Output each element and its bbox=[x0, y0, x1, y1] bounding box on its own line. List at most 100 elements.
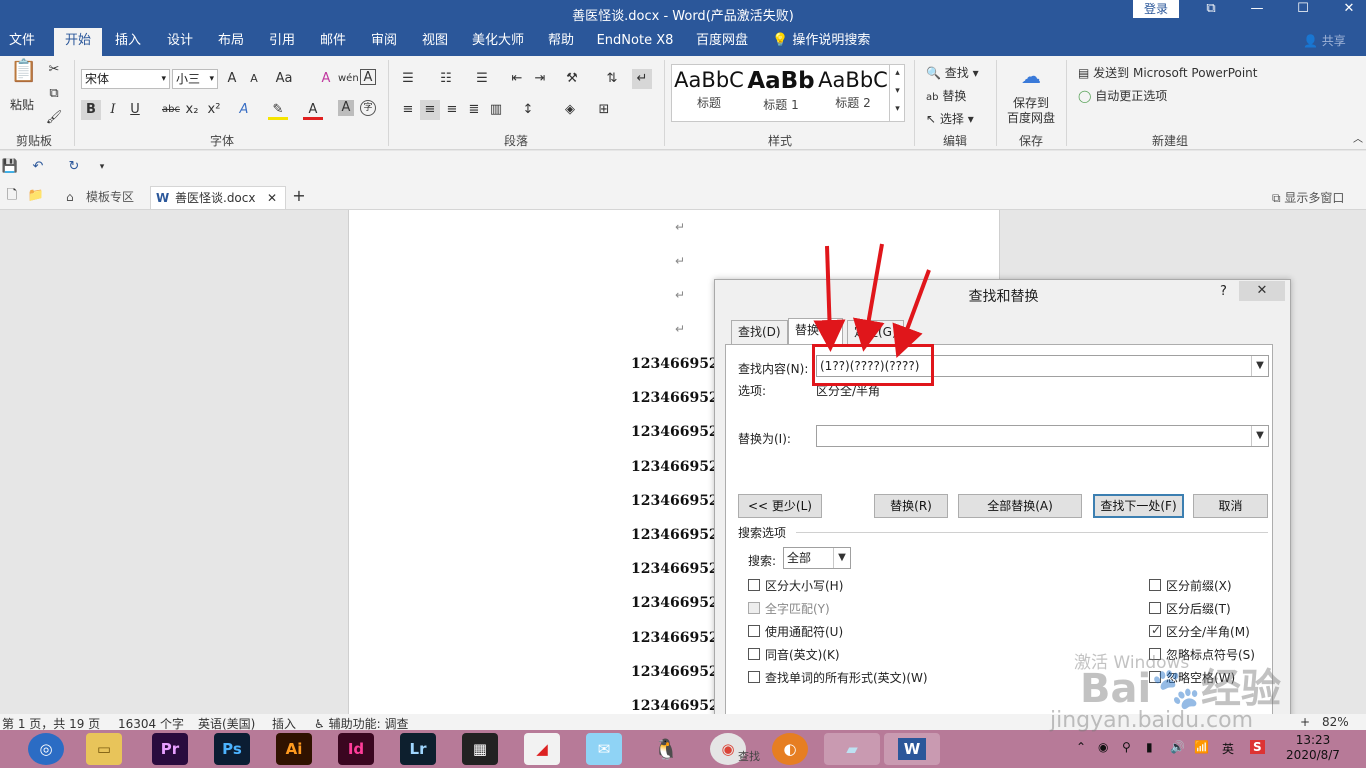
tab-layout[interactable]: 布局 bbox=[211, 28, 251, 56]
save-icon[interactable]: 💾 bbox=[0, 157, 20, 177]
sort-icon[interactable]: ⇅ bbox=[602, 69, 622, 89]
tab-view[interactable]: 视图 bbox=[415, 28, 455, 56]
tab-insert[interactable]: 插入 bbox=[108, 28, 148, 56]
wildcards-checkbox[interactable]: 使用通配符(U) bbox=[748, 623, 843, 640]
change-case-icon[interactable]: Aa bbox=[272, 69, 296, 89]
char-border-icon[interactable]: A bbox=[360, 69, 376, 85]
highlight-icon[interactable]: ✎ bbox=[268, 100, 288, 120]
autocorrect-button[interactable]: ◯ 自动更正选项 bbox=[1078, 87, 1167, 104]
replace-all-button[interactable]: 全部替换(A) bbox=[958, 494, 1082, 518]
distribute-icon[interactable]: ▥ bbox=[486, 100, 506, 120]
search-direction-select[interactable]: 全部 ▼ bbox=[783, 547, 851, 569]
copy-icon[interactable]: ⧉ bbox=[44, 84, 64, 104]
paste-label[interactable]: 粘贴 bbox=[10, 96, 34, 113]
shading-icon[interactable]: ◈ bbox=[560, 100, 580, 120]
help-icon[interactable]: ? bbox=[1220, 284, 1227, 299]
font-name-box[interactable]: 宋体 ▾ bbox=[81, 69, 170, 89]
shrink-font-icon[interactable]: A bbox=[244, 69, 264, 89]
tab-review[interactable]: 审阅 bbox=[364, 28, 404, 56]
multilevel-list-icon[interactable]: ☰ bbox=[472, 69, 492, 89]
clear-format-icon[interactable]: A bbox=[316, 69, 336, 89]
match-prefix-checkbox[interactable]: 区分前缀(X) bbox=[1149, 577, 1232, 594]
redo-icon[interactable]: ↻ bbox=[64, 157, 84, 177]
tab-design[interactable]: 设计 bbox=[160, 28, 200, 56]
match-suffix-checkbox[interactable]: 区分后缀(T) bbox=[1149, 600, 1231, 617]
tray-app-icon[interactable]: ◉ bbox=[1098, 740, 1108, 754]
close-tab-icon[interactable]: ✕ bbox=[267, 187, 277, 209]
folder-icon[interactable]: 📁 bbox=[26, 186, 46, 206]
line-spacing-icon[interactable]: ↕ bbox=[518, 100, 538, 120]
char-shading-icon[interactable]: A bbox=[338, 100, 354, 116]
align-center-icon[interactable]: ≡ bbox=[420, 100, 440, 120]
ime-indicator[interactable]: 英 bbox=[1222, 740, 1234, 757]
premiere-icon[interactable]: Pr bbox=[152, 733, 188, 765]
tray-volume-icon[interactable]: 🔊 bbox=[1170, 740, 1185, 754]
share-button[interactable]: 👤 共享 bbox=[1303, 28, 1346, 56]
tab-find[interactable]: 查找(D) bbox=[731, 320, 788, 344]
tab-home[interactable]: 开始 bbox=[54, 28, 102, 56]
tab-references[interactable]: 引用 bbox=[262, 28, 302, 56]
tab-template-zone[interactable]: ⌂ 模板专区 bbox=[62, 186, 146, 209]
login-button[interactable]: 登录 bbox=[1133, 0, 1179, 18]
tab-endnote[interactable]: EndNote X8 bbox=[592, 28, 678, 56]
style-heading-1[interactable]: AaBb 标题 1 bbox=[745, 64, 817, 120]
replace-with-input[interactable]: ▼ bbox=[816, 425, 1269, 447]
zoom-in-button[interactable]: + bbox=[1300, 715, 1310, 729]
file-explorer-icon[interactable]: ▭ bbox=[86, 733, 122, 765]
tab-beautify[interactable]: 美化大师 bbox=[466, 28, 530, 56]
customize-qat-icon[interactable]: ▾ bbox=[92, 157, 112, 177]
tray-battery-icon[interactable]: ▮ bbox=[1146, 740, 1153, 754]
subscript-icon[interactable]: x₂ bbox=[182, 100, 202, 120]
tab-mailings[interactable]: 邮件 bbox=[313, 28, 353, 56]
match-case-checkbox[interactable]: 区分大小写(H) bbox=[748, 577, 843, 594]
decrease-indent-icon[interactable]: ⇤ bbox=[507, 69, 527, 89]
illustrator-icon[interactable]: Ai bbox=[276, 733, 312, 765]
ribbon-display-icon[interactable]: ⧉ bbox=[1188, 0, 1234, 18]
justify-icon[interactable]: ≣ bbox=[464, 100, 484, 120]
replace-button[interactable]: 替换(R) bbox=[874, 494, 948, 518]
close-button[interactable]: ✕ bbox=[1326, 0, 1366, 18]
bold-icon[interactable]: B bbox=[81, 100, 101, 120]
tab-document[interactable]: W 善医怪谈.docx ✕ bbox=[150, 186, 286, 209]
dialog-close-button[interactable]: ✕ bbox=[1239, 281, 1285, 301]
tab-replace[interactable]: 替换(P) bbox=[788, 318, 843, 345]
borders-icon[interactable]: ⊞ bbox=[594, 100, 614, 120]
align-left-icon[interactable]: ≡ bbox=[398, 100, 418, 120]
chevron-down-icon[interactable]: ▼ bbox=[1251, 356, 1268, 376]
tray-chevron-icon[interactable]: ⌃ bbox=[1076, 740, 1086, 754]
collapse-ribbon-icon[interactable]: ︿ bbox=[1348, 130, 1366, 150]
replace-button[interactable]: ab 替换 bbox=[926, 87, 966, 104]
tab-goto[interactable]: 定位(G) bbox=[847, 320, 904, 344]
style-title[interactable]: AaBbC 标题 bbox=[673, 64, 745, 120]
superscript-icon[interactable]: x² bbox=[204, 100, 224, 120]
clock[interactable]: 13:23 2020/8/7 bbox=[1281, 733, 1345, 763]
indesign-icon[interactable]: Id bbox=[338, 733, 374, 765]
video-editor-icon[interactable]: ▦ bbox=[462, 733, 498, 765]
sogou-icon[interactable]: S bbox=[1250, 740, 1265, 754]
font-size-box[interactable]: 小三 ▾ bbox=[172, 69, 218, 89]
increase-indent-icon[interactable]: ⇥ bbox=[530, 69, 550, 89]
style-heading-2[interactable]: AaBbC 标题 2 bbox=[817, 64, 889, 120]
app-icon[interactable]: ◐ bbox=[772, 733, 808, 765]
tell-me-search[interactable]: 💡 操作说明搜索 bbox=[772, 28, 870, 56]
find-button[interactable]: 🔍 查找 ▾ bbox=[926, 64, 979, 81]
chevron-down-icon[interactable]: ▼ bbox=[833, 548, 850, 568]
tab-file[interactable]: 文件 bbox=[0, 28, 44, 56]
new-doc-icon[interactable]: 🗋 bbox=[2, 186, 22, 206]
qq-icon[interactable]: 🐧 bbox=[648, 733, 684, 765]
add-tab-icon[interactable]: + bbox=[289, 186, 309, 206]
app-icon[interactable]: ◢ bbox=[524, 733, 560, 765]
align-right-icon[interactable]: ≡ bbox=[442, 100, 462, 120]
browser-icon[interactable]: ◎ bbox=[28, 733, 64, 765]
show-multi-window-button[interactable]: ⧉ 显示多窗口 bbox=[1272, 189, 1344, 206]
italic-icon[interactable]: I bbox=[103, 100, 123, 120]
tray-wifi-icon[interactable]: 📶 bbox=[1194, 740, 1209, 754]
sounds-like-checkbox[interactable]: 同音(英文)(K) bbox=[748, 646, 840, 663]
lightroom-icon[interactable]: Lr bbox=[400, 733, 436, 765]
text-effects-icon[interactable]: A bbox=[234, 100, 254, 120]
font-color-icon[interactable]: A bbox=[303, 100, 323, 120]
show-marks-icon[interactable]: ↵ bbox=[632, 69, 652, 89]
whole-word-checkbox[interactable]: 全字匹配(Y) bbox=[748, 600, 830, 617]
maximize-button[interactable]: ☐ bbox=[1280, 0, 1326, 18]
match-width-checkbox[interactable]: ✓ 区分全/半角(M) bbox=[1149, 623, 1250, 640]
